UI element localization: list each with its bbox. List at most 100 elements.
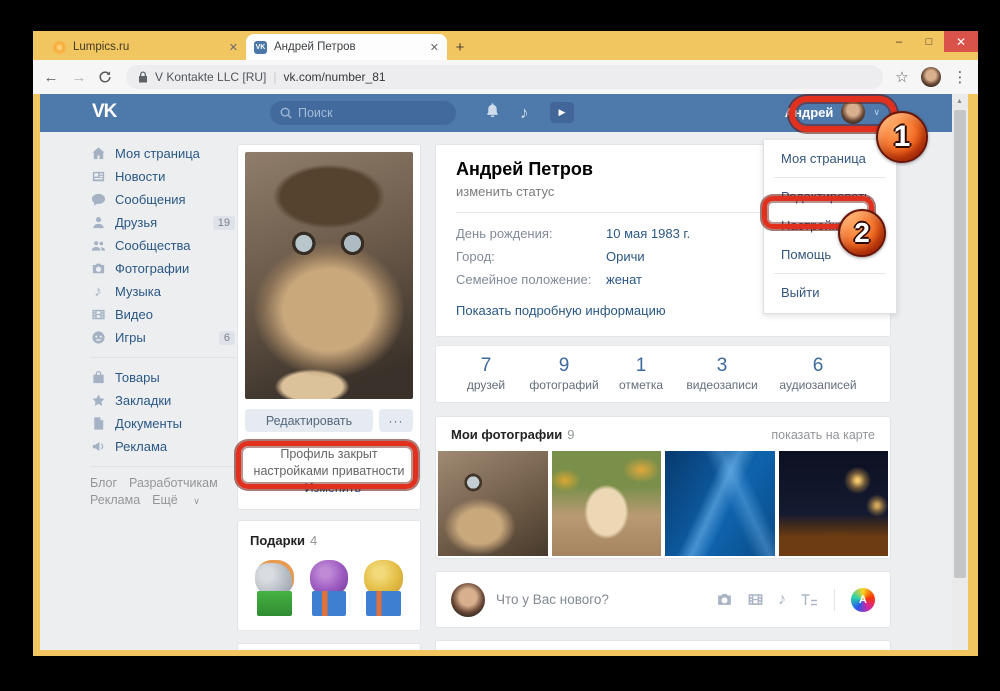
- shopping-bag-icon: [90, 370, 106, 386]
- site-identity[interactable]: V Kontakte LLC [RU]: [155, 70, 266, 84]
- my-photos-title[interactable]: Мои фотографии: [451, 427, 562, 442]
- page-url[interactable]: vk.com/number_81: [284, 70, 386, 84]
- tab-title: Lumpics.ru: [73, 41, 222, 53]
- new-tab-button[interactable]: +: [447, 34, 473, 60]
- address-separator: |: [273, 70, 276, 84]
- counter-tags[interactable]: 1отметка: [604, 355, 678, 392]
- tab-close-icon[interactable]: ✕: [430, 41, 439, 54]
- minimize-button[interactable]: –: [884, 31, 914, 52]
- city-link[interactable]: Оричи: [606, 249, 645, 264]
- back-icon[interactable]: ←: [42, 69, 60, 86]
- lumpics-favicon-icon: [53, 41, 66, 54]
- footer-link-blog[interactable]: Блог: [90, 476, 117, 490]
- attach-music-icon[interactable]: ♪: [778, 591, 786, 609]
- bookmark-star-icon[interactable]: ☆: [893, 68, 911, 86]
- gift-item[interactable]: [361, 560, 406, 616]
- music-icon[interactable]: ♪: [520, 103, 529, 123]
- counters-card: 7друзей 9фотографий 1отметка 3видеозапис…: [435, 345, 891, 403]
- counter-audio[interactable]: 6аудиозаписей: [766, 355, 870, 392]
- menu-item-logout[interactable]: Выйти: [764, 278, 896, 307]
- page-scrollbar[interactable]: ▲: [952, 94, 968, 650]
- attach-photo-icon[interactable]: [716, 591, 733, 608]
- article-icon[interactable]: [800, 592, 818, 608]
- attach-video-icon[interactable]: [747, 591, 764, 608]
- photo-thumbnail[interactable]: [438, 451, 548, 556]
- search-icon: [280, 107, 292, 119]
- photo-thumbnail[interactable]: [665, 451, 775, 556]
- browser-tab-vk[interactable]: VK Андрей Петров ✕: [246, 34, 447, 60]
- annotation-step-badge: 2: [838, 209, 886, 257]
- photo-thumbnail[interactable]: [779, 451, 889, 556]
- sidebar-item-bookmarks[interactable]: Закладки: [90, 389, 235, 412]
- friends-count-badge: 19: [213, 216, 235, 230]
- sidebar-item-goods[interactable]: Товары: [90, 366, 235, 389]
- counter-friends[interactable]: 7друзей: [448, 355, 524, 392]
- marital-status-link[interactable]: женат: [606, 272, 642, 287]
- photo-strip: [436, 451, 890, 556]
- sidebar-item-games[interactable]: Игры 6: [90, 326, 235, 349]
- menu-divider: [774, 273, 886, 274]
- video-icon[interactable]: ▶: [550, 102, 574, 123]
- megaphone-icon: [90, 439, 106, 455]
- notifications-bell-icon[interactable]: [485, 103, 500, 118]
- sidebar-item-video[interactable]: Видео: [90, 303, 235, 326]
- sidebar-item-messages[interactable]: Сообщения: [90, 188, 235, 211]
- document-icon: [90, 416, 106, 432]
- gift-item[interactable]: [307, 560, 352, 616]
- window-controls: – □ ✕: [884, 31, 978, 52]
- annotation-step-badge: 1: [876, 111, 928, 163]
- sidebar-item-news[interactable]: Новости: [90, 165, 235, 188]
- vk-logo[interactable]: VK: [92, 101, 116, 123]
- chevron-down-icon: ∨: [193, 496, 200, 506]
- close-button[interactable]: ✕: [944, 31, 978, 52]
- profile-left-column: Редактировать ··· Профиль закрыт настрой…: [237, 144, 421, 650]
- sidebar-item-documents[interactable]: Документы: [90, 412, 235, 435]
- star-icon: [90, 393, 106, 409]
- menu-item-my-page[interactable]: Моя страница: [764, 144, 896, 173]
- browser-menu-icon[interactable]: ⋮: [951, 68, 969, 86]
- composer-input[interactable]: Что у Вас нового?: [496, 592, 705, 607]
- show-detailed-info-link[interactable]: Показать подробную информацию: [456, 303, 666, 318]
- menu-divider: [774, 177, 886, 178]
- post-composer-card: Что у Вас нового? ♪ A: [435, 571, 891, 628]
- sidebar-item-ads[interactable]: Реклама: [90, 435, 235, 458]
- counter-videos[interactable]: 3видеозаписи: [678, 355, 766, 392]
- more-actions-button[interactable]: ···: [379, 409, 413, 432]
- search-input[interactable]: Поиск: [270, 101, 456, 125]
- sidebar-item-communities[interactable]: Сообщества: [90, 234, 235, 257]
- sidebar-item-friends[interactable]: Друзья 19: [90, 211, 235, 234]
- photo-thumbnail[interactable]: [552, 451, 662, 556]
- lock-icon: [138, 71, 148, 83]
- sidebar-footer-links: Блог Разработчикам Реклама Ещё ∨: [90, 475, 235, 510]
- address-bar[interactable]: V Kontakte LLC [RU] | vk.com/number_81: [126, 65, 883, 89]
- edit-profile-button[interactable]: Редактировать: [245, 409, 373, 432]
- tab-close-icon[interactable]: ✕: [229, 41, 238, 54]
- footer-link-ads[interactable]: Реклама: [90, 493, 140, 507]
- sidebar-item-photos[interactable]: Фотографии: [90, 257, 235, 280]
- counter-photos[interactable]: 9фотографий: [524, 355, 604, 392]
- footer-link-more[interactable]: Ещё ∨: [152, 493, 212, 507]
- birthday-link[interactable]: 10 мая 1983 г.: [606, 226, 690, 241]
- forward-icon[interactable]: →: [70, 69, 88, 86]
- scrollbar-thumb[interactable]: [954, 110, 966, 578]
- footer-link-developers[interactable]: Разработчикам: [129, 476, 218, 490]
- person-icon: [90, 215, 106, 231]
- chat-bubble-icon: [90, 192, 106, 208]
- gift-item[interactable]: [252, 560, 297, 616]
- film-icon: [90, 307, 106, 323]
- sidebar-item-music[interactable]: ♪ Музыка: [90, 280, 235, 303]
- browser-tab-lumpics[interactable]: Lumpics.ru ✕: [45, 34, 246, 60]
- gifts-title[interactable]: Подарки: [250, 533, 305, 548]
- profile-photo[interactable]: [245, 152, 413, 399]
- refresh-icon[interactable]: [98, 70, 116, 84]
- scroll-up-icon[interactable]: ▲: [956, 98, 963, 105]
- show-on-map-link[interactable]: показать на карте: [771, 428, 875, 442]
- maximize-button[interactable]: □: [914, 31, 944, 52]
- composer-avatar: [451, 583, 485, 617]
- sidebar-item-my-page[interactable]: Моя страница: [90, 142, 235, 165]
- divider: [834, 589, 835, 611]
- friends-card: Друзья7 обновления: [237, 643, 421, 650]
- post-style-icon[interactable]: A: [851, 588, 875, 612]
- browser-profile-avatar[interactable]: [921, 67, 941, 87]
- home-icon: [90, 146, 106, 162]
